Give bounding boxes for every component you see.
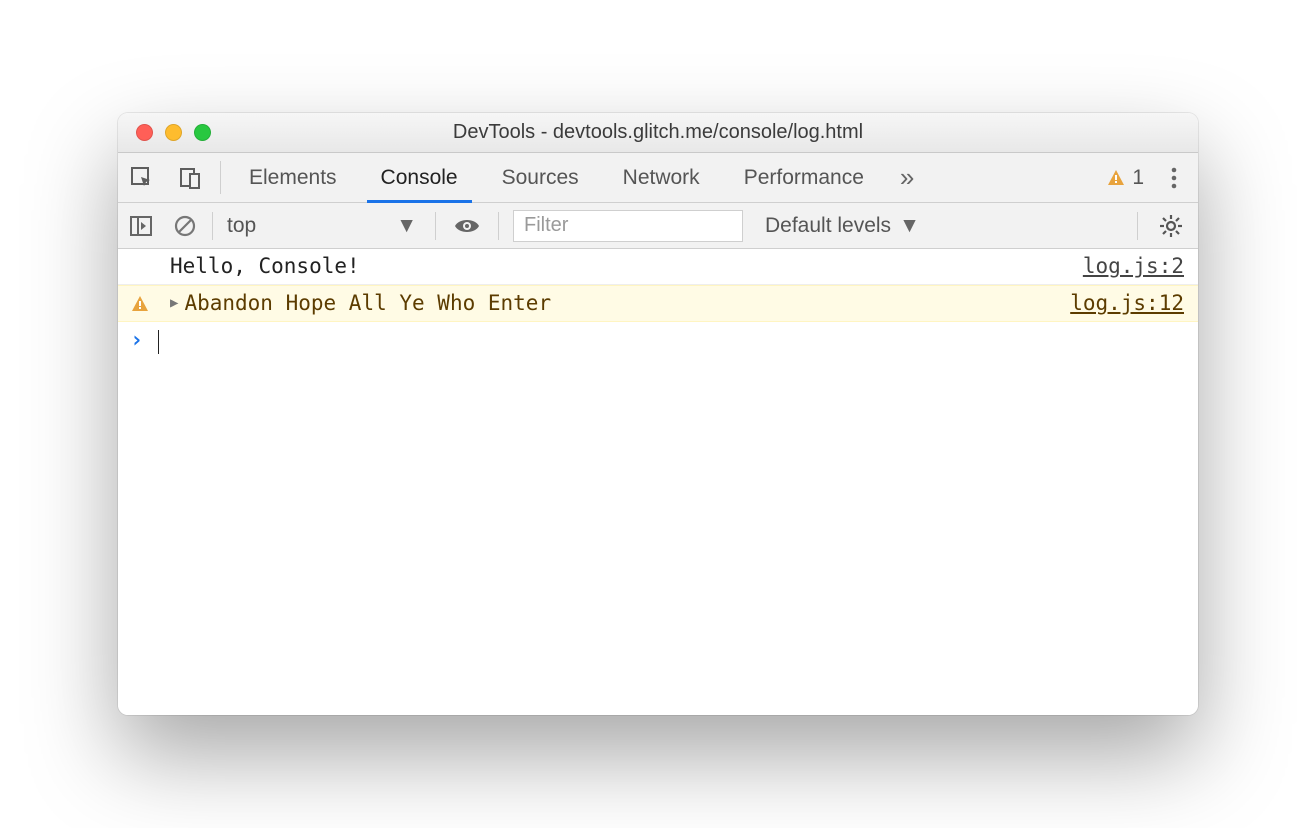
window-title: DevTools - devtools.glitch.me/console/lo… [118, 121, 1198, 144]
execution-context-selector[interactable]: top ▼ [219, 203, 429, 248]
warning-icon [1106, 168, 1126, 188]
log-message: Hello, Console! [170, 254, 1083, 279]
log-message: Abandon Hope All Ye Who Enter [184, 291, 1070, 316]
chevron-double-right-icon: » [900, 162, 914, 193]
separator [498, 212, 499, 240]
filter-input[interactable] [513, 210, 743, 242]
console-settings-button[interactable] [1144, 214, 1198, 238]
issues-counter[interactable]: 1 [1106, 153, 1150, 202]
source-link[interactable]: log.js:12 [1070, 291, 1184, 316]
separator [435, 212, 436, 240]
row-gutter [130, 294, 170, 314]
window-titlebar: DevTools - devtools.glitch.me/console/lo… [118, 113, 1198, 153]
tab-label: Elements [249, 166, 337, 190]
levels-label: Default levels [765, 214, 891, 238]
live-expression-button[interactable] [442, 203, 492, 248]
separator [212, 212, 213, 240]
warning-icon [130, 294, 150, 314]
disclosure-triangle-icon[interactable]: ▶ [170, 295, 178, 312]
tab-label: Console [381, 166, 458, 190]
device-icon [178, 166, 202, 190]
tab-network[interactable]: Network [601, 153, 722, 202]
gear-icon [1159, 214, 1183, 238]
tab-elements[interactable]: Elements [227, 153, 359, 202]
zoom-window-button[interactable] [194, 124, 211, 141]
spacer [928, 153, 1106, 202]
tab-sources[interactable]: Sources [480, 153, 601, 202]
warning-count: 1 [1132, 166, 1144, 190]
console-toolbar: top ▼ Default levels ▼ [118, 203, 1198, 249]
window-controls [118, 124, 211, 141]
sidebar-icon [130, 216, 152, 236]
console-prompt[interactable]: › [118, 322, 1198, 360]
console-warn-row: ▶ Abandon Hope All Ye Who Enter log.js:1… [118, 285, 1198, 322]
text-caret [158, 330, 159, 354]
tab-label: Network [623, 166, 700, 190]
dropdown-triangle-icon: ▼ [396, 214, 417, 238]
device-toolbar-button[interactable] [166, 153, 214, 202]
kebab-icon [1171, 167, 1177, 189]
context-label: top [227, 214, 256, 238]
minimize-window-button[interactable] [165, 124, 182, 141]
tab-label: Sources [502, 166, 579, 190]
console-log-row: Hello, Console! log.js:2 [118, 249, 1198, 285]
tab-label: Performance [744, 166, 864, 190]
inspect-element-button[interactable] [118, 153, 166, 202]
source-link[interactable]: log.js:2 [1083, 254, 1184, 279]
more-options-button[interactable] [1150, 153, 1198, 202]
close-window-button[interactable] [136, 124, 153, 141]
log-levels-selector[interactable]: Default levels ▼ [751, 214, 934, 238]
panel-tabs: Elements Console Sources Network Perform… [118, 153, 1198, 203]
separator [220, 161, 221, 194]
prompt-chevron-icon: › [130, 328, 158, 354]
clear-console-button[interactable] [164, 203, 206, 248]
tab-performance[interactable]: Performance [722, 153, 886, 202]
console-output: Hello, Console! log.js:2 ▶ Abandon Hope … [118, 249, 1198, 715]
devtools-window: DevTools - devtools.glitch.me/console/lo… [118, 113, 1198, 715]
inspect-icon [130, 166, 154, 190]
separator [1137, 212, 1138, 240]
toggle-sidebar-button[interactable] [118, 203, 164, 248]
tab-console[interactable]: Console [359, 153, 480, 202]
tabs-overflow-button[interactable]: » [886, 153, 928, 202]
eye-icon [454, 217, 480, 235]
clear-icon [174, 215, 196, 237]
dropdown-triangle-icon: ▼ [899, 214, 920, 238]
